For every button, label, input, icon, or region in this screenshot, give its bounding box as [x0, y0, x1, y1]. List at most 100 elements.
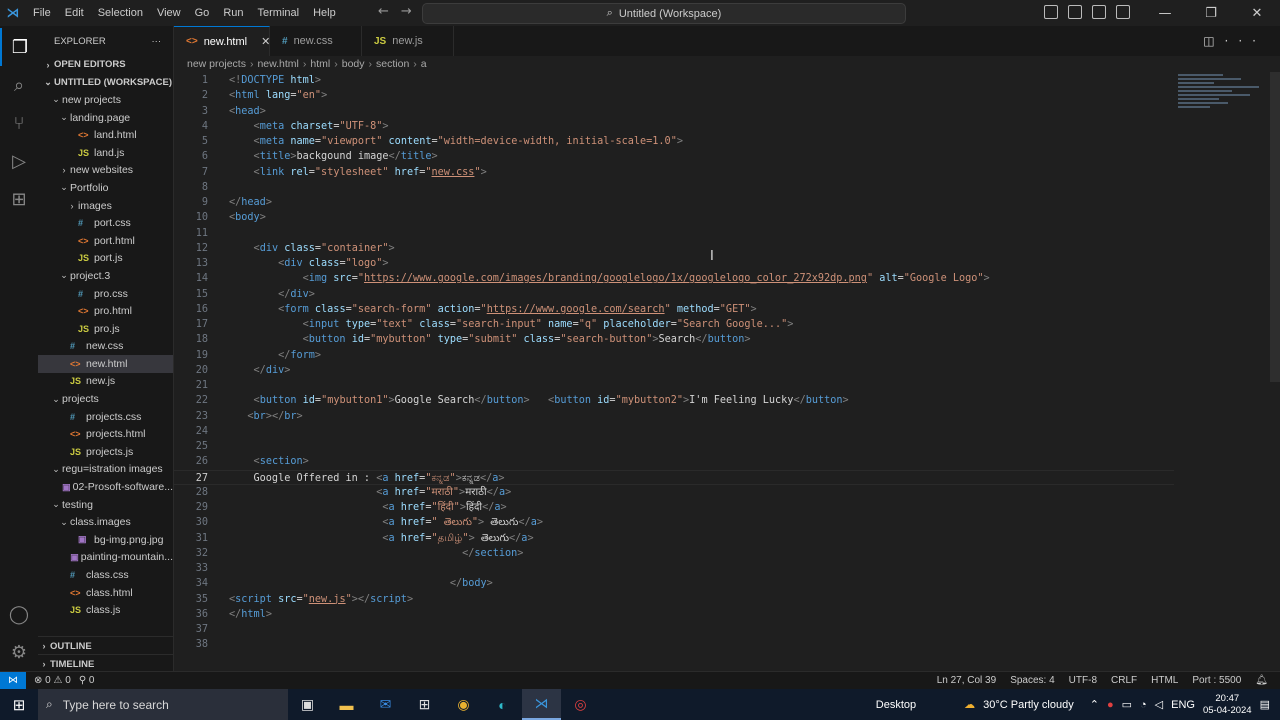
mail-icon[interactable]: ✉: [366, 689, 405, 720]
file-item[interactable]: <> land.html: [38, 126, 173, 144]
windows-start-icon[interactable]: ⊞: [0, 689, 38, 720]
section-header[interactable]: › OPEN EDITORS: [38, 56, 173, 74]
code-line[interactable]: 23 <br></br>: [174, 409, 1268, 424]
tab-new-html[interactable]: <> new.html ✕: [174, 26, 270, 56]
code-line[interactable]: 7 <link rel="stylesheet" href="new.css">: [174, 165, 1268, 180]
menu-run[interactable]: Run: [216, 0, 250, 26]
toggle-secondary-sidebar-icon[interactable]: [1092, 5, 1106, 19]
toggle-panel-icon[interactable]: [1068, 5, 1082, 19]
language-mode[interactable]: HTML: [1151, 675, 1178, 686]
code-line[interactable]: 31 <a href="தமிழ்"> తెలుగు</a>: [174, 531, 1268, 546]
file-item[interactable]: JS land.js: [38, 144, 173, 162]
code-line[interactable]: 35 <script src="new.js"></script>: [174, 592, 1268, 607]
explorer-icon[interactable]: ❐: [0, 28, 38, 66]
code-line[interactable]: 21: [174, 378, 1268, 393]
breadcrumb-item[interactable]: new.html: [257, 58, 298, 70]
file-item[interactable]: <> pro.html: [38, 302, 173, 320]
forward-arrow-icon[interactable]: →: [401, 4, 424, 19]
code-editor[interactable]: 1 <!DOCTYPE html> 2 <html lang="en"> 3 <head>…: [174, 72, 1280, 671]
source-control-icon[interactable]: ⑂: [0, 104, 38, 142]
file-item[interactable]: JS projects.js: [38, 443, 173, 461]
folder-item[interactable]: ⌄ class.images: [38, 513, 173, 531]
chevron-up-icon[interactable]: ⌃: [1090, 698, 1099, 711]
menu-file[interactable]: File: [26, 0, 58, 26]
minimize-icon[interactable]: —: [1142, 0, 1188, 26]
notifications-bell-icon[interactable]: 🔔︎: [1255, 675, 1268, 686]
code-line[interactable]: 28 <a href="मराठी">मराठी</a>: [174, 485, 1268, 500]
more-actions-icon[interactable]: ···: [1225, 34, 1266, 48]
editor-scrollbar[interactable]: [1270, 72, 1280, 382]
file-item[interactable]: <> class.html: [38, 584, 173, 602]
taskbar-search[interactable]: ⌕ Type here to search: [38, 689, 288, 720]
close-window-icon[interactable]: ✕: [1234, 0, 1280, 26]
folder-item[interactable]: ⌄ landing.page: [38, 109, 173, 127]
folder-item[interactable]: › images: [38, 197, 173, 215]
code-line[interactable]: 27 Google Offered in : <a href="ಕನ್ನಡ">ಕ…: [174, 469, 1174, 485]
weather-text[interactable]: 30°C Partly cloudy: [983, 699, 1074, 711]
code-line[interactable]: 17 <input type="text" class="search-inpu…: [174, 317, 1268, 332]
extensions-icon[interactable]: ⊞: [0, 180, 38, 218]
code-line[interactable]: 2 <html lang="en">: [174, 88, 1268, 103]
remote-indicator-icon[interactable]: ⋈: [0, 672, 26, 689]
customize-layout-icon[interactable]: [1116, 5, 1130, 19]
battery-icon[interactable]: ▭: [1122, 698, 1132, 711]
code-line[interactable]: 16 <form class="search-form" action="htt…: [174, 302, 1268, 317]
clock[interactable]: 20:47 05-04-2024: [1203, 693, 1252, 717]
folder-item[interactable]: ⌄ Portfolio: [38, 179, 173, 197]
tab-new-js[interactable]: JS new.js: [362, 26, 454, 56]
menu-go[interactable]: Go: [188, 0, 217, 26]
breadcrumb-item[interactable]: new projects: [187, 58, 246, 70]
file-item[interactable]: JS pro.js: [38, 320, 173, 338]
code-line[interactable]: 18 <button id="mybutton" type="submit" c…: [174, 332, 1268, 347]
code-line[interactable]: 36 </html>: [174, 607, 1268, 622]
cursor-position[interactable]: Ln 27, Col 39: [937, 675, 997, 686]
menu-view[interactable]: View: [150, 0, 188, 26]
problems-indicator[interactable]: ⊗ 0 ⚠ 0: [34, 675, 71, 686]
breadcrumb-item[interactable]: a: [421, 58, 427, 70]
code-line[interactable]: 30 <a href=" తెలుగు"> తెలుగు</a>: [174, 515, 1268, 530]
breadcrumb-item[interactable]: body: [342, 58, 365, 70]
code-line[interactable]: 11: [174, 226, 1268, 241]
file-item[interactable]: # projects.css: [38, 408, 173, 426]
more-actions-icon[interactable]: ···: [152, 36, 162, 47]
run-debug-icon[interactable]: ▷: [0, 142, 38, 180]
file-item[interactable]: JS new.js: [38, 373, 173, 391]
code-line[interactable]: 15 </div>: [174, 287, 1268, 302]
menu-selection[interactable]: Selection: [91, 0, 150, 26]
folder-item[interactable]: › new websites: [38, 162, 173, 180]
folder-item[interactable]: ⌄ regu=istration images: [38, 461, 173, 479]
file-item[interactable]: <> port.html: [38, 232, 173, 250]
toggle-sidebar-icon[interactable]: [1044, 5, 1058, 19]
code-line[interactable]: 32 </section>: [174, 546, 1268, 561]
file-item[interactable]: # pro.css: [38, 285, 173, 303]
code-line[interactable]: 33: [174, 561, 1268, 576]
ports-indicator[interactable]: ⚲ 0: [79, 675, 95, 686]
code-line[interactable]: 6 <title>backgound image</title>: [174, 149, 1268, 164]
file-explorer-icon[interactable]: ▬: [327, 689, 366, 720]
code-line[interactable]: 9 </head>: [174, 195, 1268, 210]
vscode-taskbar-icon[interactable]: ⋊: [522, 689, 561, 720]
file-item[interactable]: ▣ bg-img.png.jpg: [38, 531, 173, 549]
code-line[interactable]: 24: [174, 424, 1268, 439]
code-line[interactable]: 3 <head>: [174, 104, 1268, 119]
volume-icon[interactable]: ◁: [1155, 698, 1163, 711]
accounts-icon[interactable]: ◯: [0, 595, 38, 633]
code-line[interactable]: 10 <body>: [174, 210, 1268, 225]
code-line[interactable]: 5 <meta name="viewport" content="width=d…: [174, 134, 1268, 149]
close-tab-icon[interactable]: ✕: [261, 35, 270, 48]
code-line[interactable]: 37: [174, 622, 1268, 637]
code-line[interactable]: 8: [174, 180, 1268, 195]
folder-item[interactable]: ⌄ project.3: [38, 267, 173, 285]
live-server-port[interactable]: Port : 5500: [1192, 675, 1241, 686]
timeline-section[interactable]: › TIMELINE: [38, 654, 173, 671]
tab-new-css[interactable]: # new.css: [270, 26, 362, 56]
back-arrow-icon[interactable]: ←: [378, 4, 401, 19]
edge-icon[interactable]: ◐: [483, 689, 522, 720]
file-item[interactable]: ▣ painting-mountain...: [38, 549, 173, 567]
file-item[interactable]: JS class.js: [38, 601, 173, 619]
code-line[interactable]: 14 <img src="https://www.google.com/imag…: [174, 271, 1268, 286]
menu-terminal[interactable]: Terminal: [251, 0, 307, 26]
outline-section[interactable]: › OUTLINE: [38, 636, 173, 655]
end-of-line[interactable]: CRLF: [1111, 675, 1137, 686]
code-line[interactable]: 25: [174, 439, 1268, 454]
